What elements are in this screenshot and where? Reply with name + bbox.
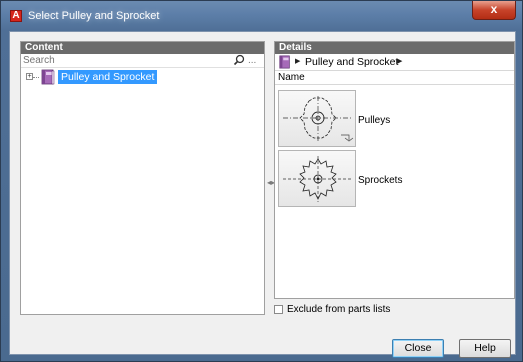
book-icon <box>41 69 55 85</box>
breadcrumb-arrow-icon[interactable]: ▶ <box>397 54 402 70</box>
book-icon <box>279 55 290 69</box>
search-bar: ... <box>21 54 264 68</box>
window-title: Select Pulley and Sprocket <box>28 10 160 22</box>
dialog-client-area: Content ... + Pulley and Sprocket <box>9 31 516 358</box>
pulleys-tile[interactable] <box>278 90 356 147</box>
content-panel: Content ... + Pulley and Sprocket <box>20 41 265 315</box>
search-options-button[interactable]: ... <box>248 54 256 67</box>
help-button[interactable]: Help <box>459 339 511 358</box>
pulleys-label[interactable]: Pulleys <box>358 115 390 126</box>
pulley-icon <box>283 96 354 142</box>
close-window-button[interactable]: x <box>472 1 516 20</box>
details-panel-header: Details <box>275 42 514 54</box>
sprockets-label[interactable]: Sprockets <box>358 175 402 186</box>
tree-connector <box>33 77 39 78</box>
expand-icon[interactable]: + <box>26 73 33 80</box>
name-column-header[interactable]: Name <box>275 71 514 85</box>
search-input[interactable] <box>21 54 230 67</box>
title-bar[interactable]: A Select Pulley and Sprocket x <box>1 1 522 31</box>
sprockets-tile[interactable] <box>278 150 356 207</box>
exclude-label[interactable]: Exclude from parts lists <box>287 304 390 316</box>
close-button[interactable]: Close <box>392 339 444 358</box>
content-panel-header: Content <box>21 42 264 54</box>
breadcrumb-item[interactable]: Pulley and Sprocket <box>305 54 398 70</box>
details-panel: Details ▶ Pulley and Sprocket ▶ Name Pul… <box>274 41 515 299</box>
exclude-checkbox[interactable] <box>274 305 283 314</box>
breadcrumb: ▶ Pulley and Sprocket ▶ <box>275 54 514 71</box>
autodesk-a-icon: A <box>10 10 22 22</box>
tree-item-label[interactable]: Pulley and Sprocket <box>58 70 158 84</box>
dialog-window: A Select Pulley and Sprocket x Content .… <box>0 0 523 362</box>
search-icon[interactable] <box>233 54 245 66</box>
breadcrumb-arrow-icon[interactable]: ▶ <box>295 54 300 70</box>
sprocket-icon <box>283 156 353 202</box>
